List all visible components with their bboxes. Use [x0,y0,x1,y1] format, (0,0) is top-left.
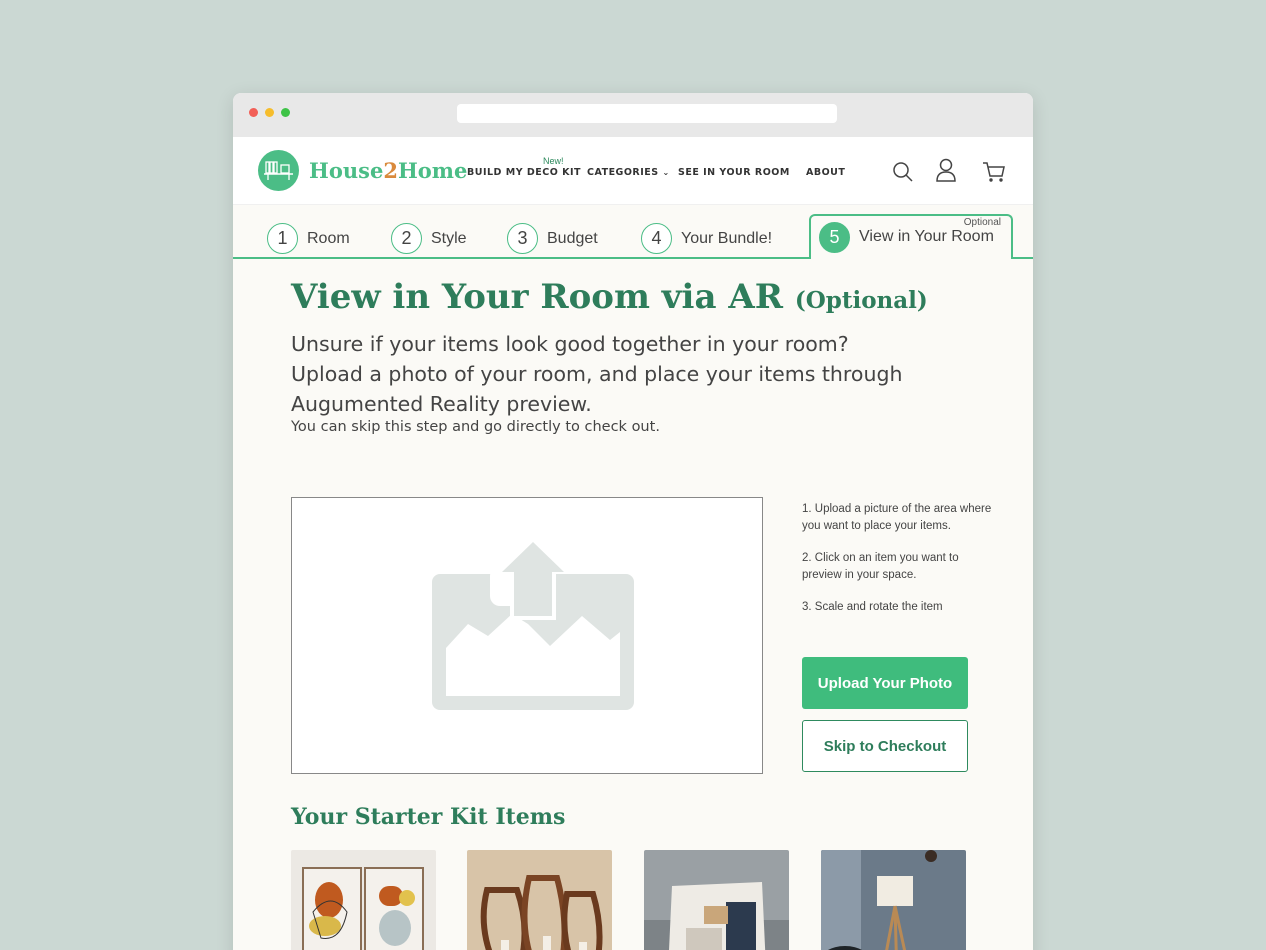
close-window-button[interactable] [249,108,258,117]
kit-item-candle-lanterns[interactable] [467,850,612,950]
step-budget[interactable]: 3 Budget [507,223,598,254]
kit-item-floor-lamp[interactable] [821,850,966,950]
nav-about[interactable]: ABOUT [806,167,845,178]
logo[interactable] [258,150,299,191]
step-number: 5 [819,222,850,253]
candle-lanterns-image [467,850,612,950]
floor-lamp-image [821,850,966,950]
instructions: 1. Upload a picture of the area where yo… [802,501,992,631]
new-badge: New! [543,156,564,166]
skip-to-checkout-button[interactable]: Skip to Checkout [802,720,968,772]
photo-upload-area[interactable] [291,497,763,774]
kit-item-wall-art[interactable] [291,850,436,950]
step-label: View in Your Room [859,228,994,245]
instruction-step: 1. Upload a picture of the area where yo… [802,503,992,532]
user-icon[interactable] [935,158,957,183]
shelf-logo-icon [264,161,293,180]
browser-window: House2Home New! BUILD MY DECO KIT CATEGO… [233,93,1033,950]
cart-icon[interactable] [982,161,1006,183]
address-bar[interactable] [457,104,837,123]
skip-note: You can skip this step and go directly t… [291,419,660,435]
step-label: Budget [547,229,598,247]
step-label: Style [431,229,467,247]
nav-categories-label: CATEGORIES [587,167,659,178]
step-number: 1 [267,223,298,254]
search-icon[interactable] [892,161,914,183]
chevron-down-icon: ⌄ [662,168,670,177]
step-number: 2 [391,223,422,254]
kit-item-pillow[interactable] [644,850,789,950]
optional-tag: Optional [963,217,1001,228]
site-header: House2Home New! BUILD MY DECO KIT CATEGO… [233,137,1033,205]
main-content: View in Your Room via AR (Optional) Unsu… [233,277,1033,950]
nav-build-deco-kit[interactable]: BUILD MY DECO KIT [467,167,581,178]
nav-see-in-your-room[interactable]: SEE IN YOUR ROOM [678,167,790,178]
instruction-step: 2. Click on an item you want to preview … [802,552,959,581]
browser-chrome [233,93,1033,137]
nav-categories[interactable]: CATEGORIES ⌄ [587,167,670,178]
step-your-bundle[interactable]: 4 Your Bundle! [641,223,772,254]
instruction-step: 3. Scale and rotate the item [802,601,943,613]
step-number: 3 [507,223,538,254]
maximize-window-button[interactable] [281,108,290,117]
step-label: Room [307,229,350,247]
wall-art-image [291,850,436,950]
step-number: 4 [641,223,672,254]
step-room[interactable]: 1 Room [267,223,350,254]
pillow-image [644,850,789,950]
intro-text: Unsure if your items look good together … [291,332,903,416]
brand-name[interactable]: House2Home [309,158,467,183]
minimize-window-button[interactable] [265,108,274,117]
upload-photo-button[interactable]: Upload Your Photo [802,657,968,709]
step-label: Your Bundle! [681,229,773,247]
page-title: View in Your Room via AR (Optional) [291,277,928,317]
upload-image-icon [432,536,634,710]
step-view-in-your-room[interactable]: Optional 5 View in Your Room [809,214,1013,259]
progress-steps: 1 Room 2 Style 3 Budget 4 Your Bundle! O… [233,214,1033,260]
starter-kit-title: Your Starter Kit Items [291,804,566,830]
step-style[interactable]: 2 Style [391,223,467,254]
